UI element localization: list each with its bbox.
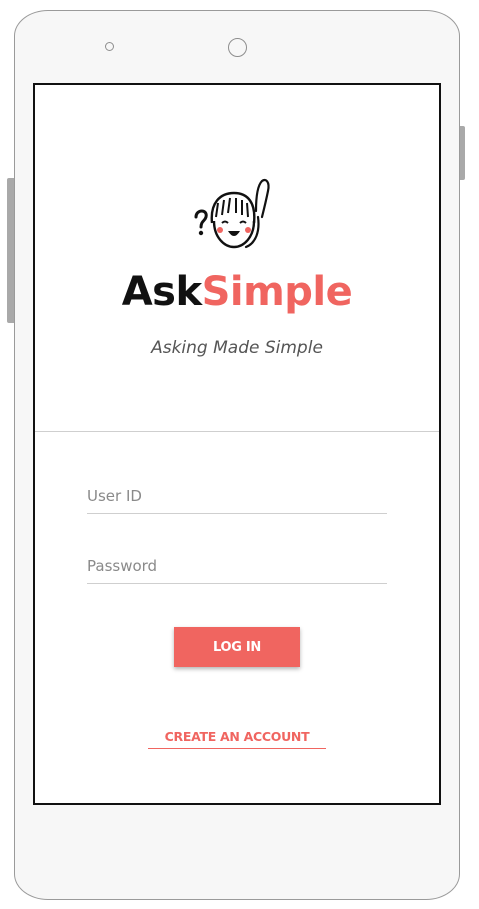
section-divider	[35, 431, 439, 432]
create-account-link[interactable]: CREATE AN ACCOUNT	[148, 729, 326, 749]
user-id-input[interactable]	[87, 482, 387, 514]
app-logo-text: AskSimple	[35, 268, 439, 316]
password-input[interactable]	[87, 552, 387, 584]
proximity-sensor	[105, 42, 114, 51]
volume-button	[7, 178, 14, 323]
brand-name-part2: Simple	[201, 269, 353, 315]
brand-name-part1: Ask	[121, 269, 202, 315]
login-button[interactable]: LOG IN	[174, 627, 300, 667]
login-screen: AskSimple Asking Made Simple LOG IN CREA…	[33, 83, 441, 805]
mascot-icon	[194, 178, 270, 249]
front-camera	[228, 38, 247, 57]
app-tagline: Asking Made Simple	[151, 338, 323, 358]
